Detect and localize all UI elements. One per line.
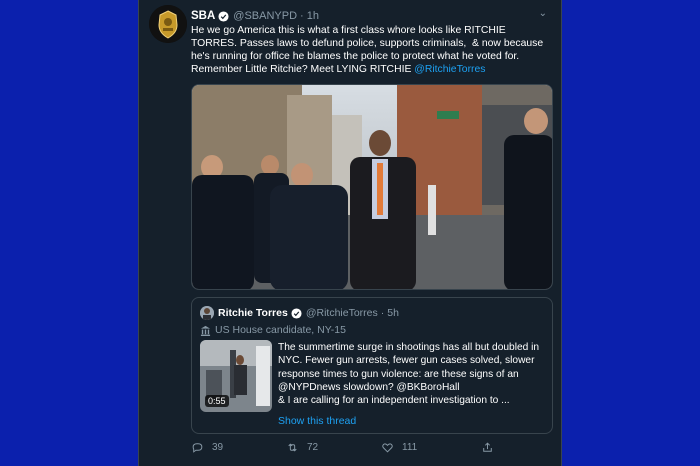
quoted-header: Ritchie Torres @RitchieTorres · 5h <box>218 307 399 319</box>
sba-badge-icon[interactable] <box>149 5 187 43</box>
quoted-video-thumbnail[interactable]: 0:55 <box>200 340 272 412</box>
separator-dot: · <box>380 307 385 319</box>
separator-dot: · <box>300 10 304 22</box>
author-name[interactable]: SBA <box>191 10 215 22</box>
reply-icon <box>192 443 203 453</box>
reply-button[interactable]: 39 <box>191 441 223 454</box>
share-icon <box>483 442 492 452</box>
tweet-mention[interactable]: @RitchieTorres <box>414 64 485 75</box>
quoted-author-handle[interactable]: @RitchieTorres <box>306 307 378 319</box>
quoted-label: US House candidate, NY-15 <box>200 324 346 336</box>
reply-count: 39 <box>212 442 224 453</box>
heart-icon <box>382 443 393 453</box>
right-margin <box>562 0 700 466</box>
quoted-time[interactable]: 5h <box>387 307 399 319</box>
quoted-text: The summertime surge in shootings has al… <box>278 342 540 407</box>
tweet-header: SBA @SBANYPD · 1h ⌄ <box>191 8 553 24</box>
like-count: 111 <box>402 442 418 453</box>
verified-icon <box>291 307 302 319</box>
quoted-avatar[interactable] <box>200 306 214 320</box>
author-handle[interactable]: @SBANYPD <box>233 10 297 22</box>
tweet-body: He we go America this is what a first cl… <box>191 25 546 75</box>
quoted-tweet[interactable]: Ritchie Torres @RitchieTorres · 5h US Ho… <box>191 297 553 434</box>
tweet-photo[interactable] <box>191 84 553 290</box>
government-building-icon <box>200 325 211 336</box>
video-duration: 0:55 <box>205 395 229 407</box>
tweet-time[interactable]: 1h <box>307 10 319 22</box>
chevron-down-icon[interactable]: ⌄ <box>539 8 547 19</box>
share-button[interactable] <box>481 441 502 454</box>
quoted-label-text: US House candidate, NY-15 <box>215 324 346 336</box>
tweet-text: He we go America this is what a first cl… <box>191 24 553 76</box>
retweet-count: 72 <box>307 442 319 453</box>
tweet-card: SBA @SBANYPD · 1h ⌄ He we go America thi… <box>138 0 562 466</box>
left-margin <box>0 0 138 466</box>
retweet-icon <box>288 443 297 452</box>
quoted-author-name[interactable]: Ritchie Torres <box>218 307 288 319</box>
show-thread-link[interactable]: Show this thread <box>278 415 356 427</box>
arrest-photo-image <box>192 85 552 289</box>
retweet-button[interactable]: 72 <box>286 441 318 454</box>
like-button[interactable]: 111 <box>381 441 417 454</box>
verified-icon <box>218 10 229 22</box>
tweet-actions: 39 72 111 <box>191 441 553 457</box>
